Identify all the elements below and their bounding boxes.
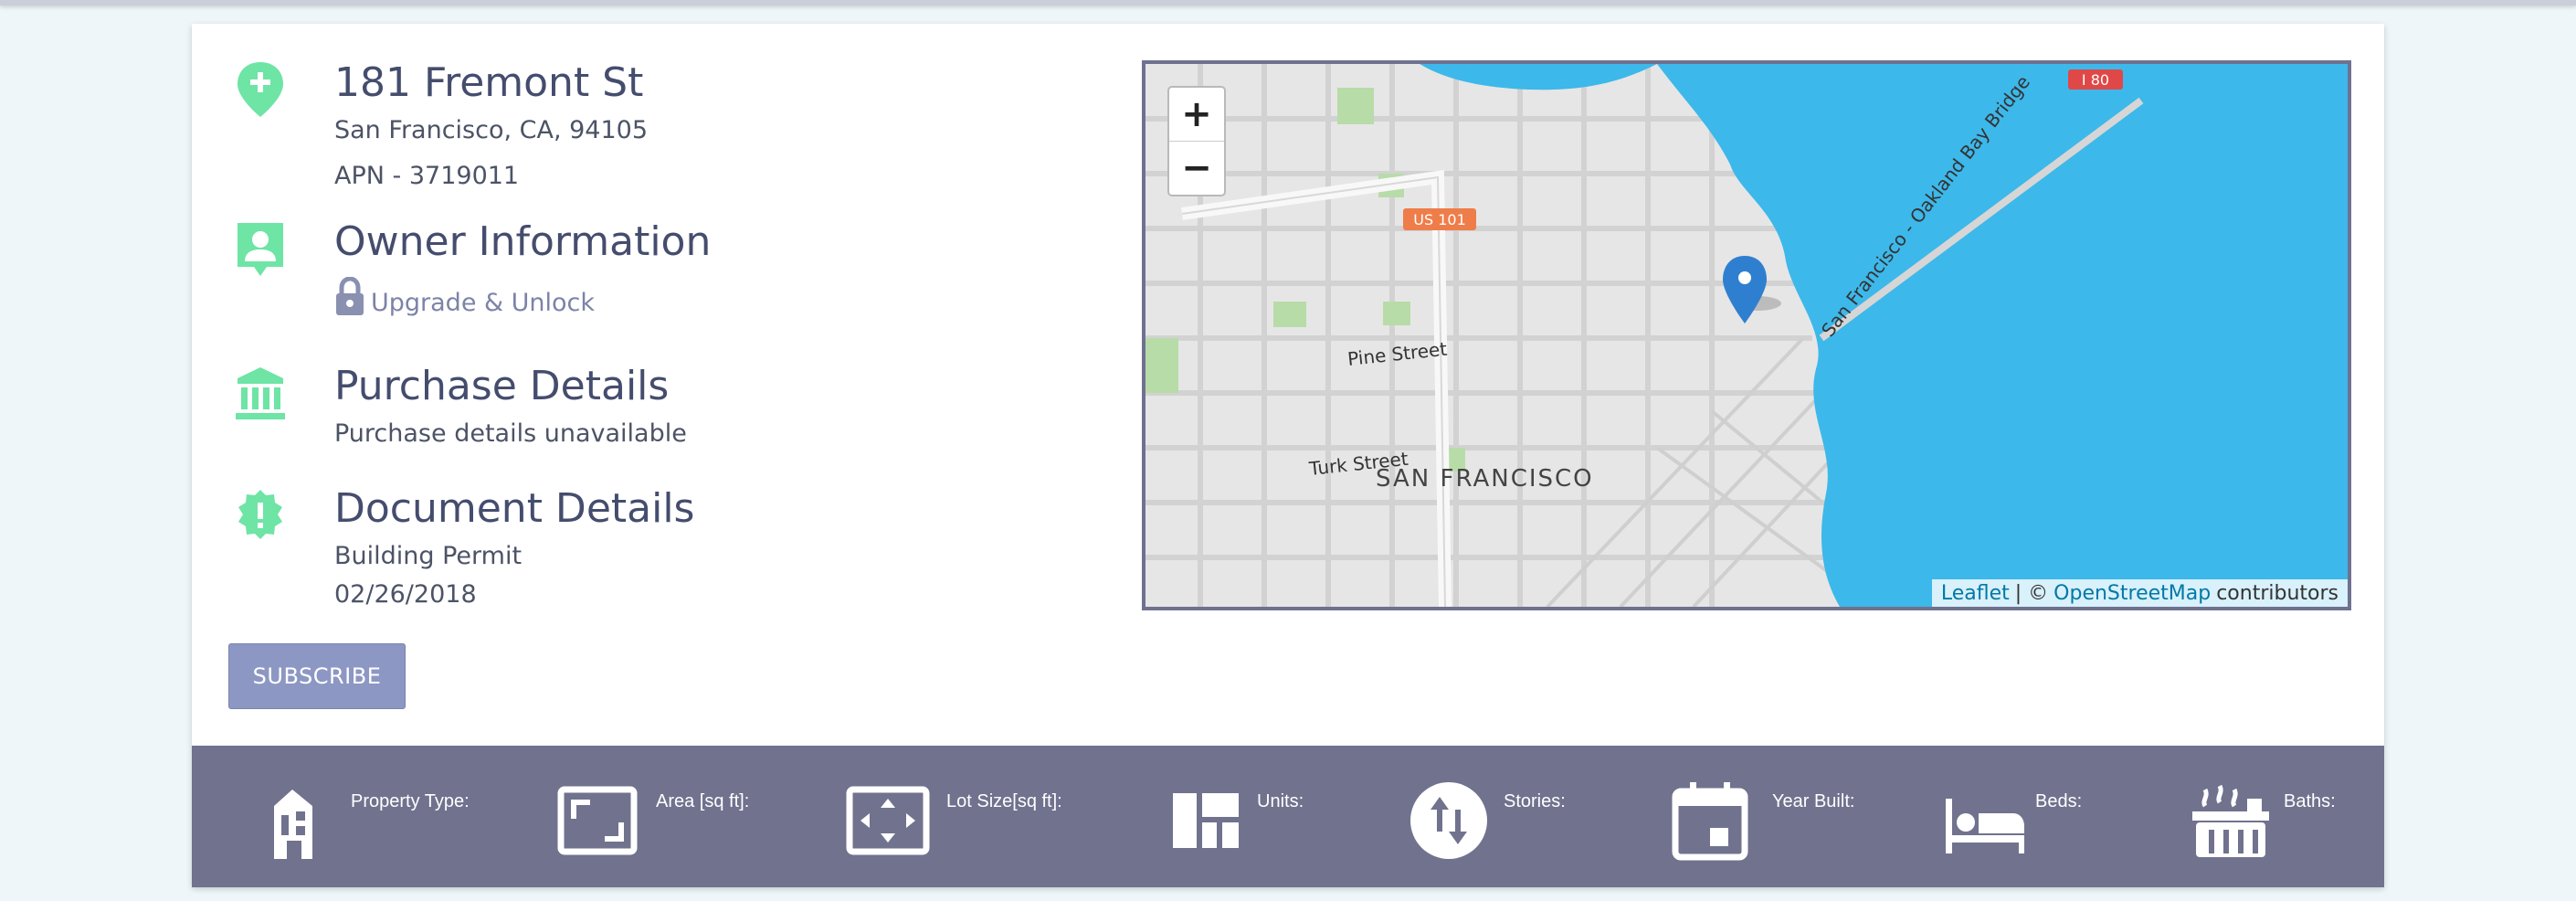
openstreetmap-link[interactable]: OpenStreetMap — [2053, 582, 2211, 605]
calendar-icon — [1672, 782, 1748, 861]
feature-label: Property Type: — [351, 791, 470, 811]
bank-icon — [236, 367, 285, 419]
stories-icon — [1410, 782, 1487, 859]
purchase-title: Purchase Details — [334, 363, 670, 409]
zoom-control: + − — [1167, 86, 1226, 196]
feature-label: Year Built: — [1772, 791, 1855, 811]
owner-person-icon — [238, 223, 283, 276]
feature-label: Units: — [1257, 791, 1304, 811]
lock-icon — [336, 276, 364, 315]
area-icon — [557, 786, 638, 855]
upgrade-unlock-link[interactable]: Upgrade & Unlock — [371, 289, 595, 317]
property-address: 181 Fremont St — [334, 59, 644, 106]
map-view[interactable]: I 80 US 101 San Francisco - Oakland Bay … — [1142, 60, 2351, 610]
add-location-pin-icon — [238, 62, 283, 117]
map-attribution: Leaflet | © OpenStreetMap contributors — [1931, 579, 2348, 607]
feature-label: Beds: — [2035, 791, 2083, 811]
property-feature-strip: Property Type: Area [sq ft]: Lot Size[sq… — [192, 746, 2384, 887]
owner-title: Owner Information — [334, 218, 712, 265]
feature-label: Lot Size[sq ft]: — [946, 791, 1062, 811]
document-type: Building Permit — [334, 541, 523, 570]
unlock-row: Upgrade & Unlock — [334, 276, 1156, 317]
document-date: 02/26/2018 — [334, 579, 477, 609]
subscribe-button[interactable]: SUBSCRIBE — [228, 643, 406, 709]
map-tiles: I 80 US 101 San Francisco - Oakland Bay … — [1145, 64, 2348, 607]
alert-badge-icon — [238, 490, 282, 539]
feature-label: Baths: — [2284, 791, 2336, 811]
bed-icon — [1946, 799, 2024, 853]
lot-size-icon — [846, 786, 930, 855]
map-label-city: SAN FRANCISCO — [1376, 465, 1594, 493]
attribution-separator: | © — [2014, 581, 2049, 605]
feature-label: Stories: — [1504, 791, 1566, 811]
property-card: 181 Fremont St San Francisco, CA, 94105 … — [192, 24, 2384, 887]
map-label-us101: US 101 — [1413, 211, 1466, 228]
bath-icon — [2192, 784, 2269, 857]
document-title: Document Details — [334, 485, 695, 532]
zoom-in-button[interactable]: + — [1169, 88, 1224, 141]
purchase-text: Purchase details unavailable — [334, 419, 687, 448]
top-bar — [0, 0, 2576, 5]
leaflet-link[interactable]: Leaflet — [1941, 582, 2010, 605]
feature-label: Area [sq ft]: — [656, 791, 750, 811]
map-label-i80: I 80 — [2082, 71, 2109, 89]
units-icon — [1173, 793, 1239, 848]
property-apn: APN - 3719011 — [334, 161, 520, 190]
building-icon — [274, 790, 312, 859]
property-city-line: San Francisco, CA, 94105 — [334, 115, 649, 144]
attribution-contributors: contributors — [2216, 581, 2338, 605]
zoom-out-button[interactable]: − — [1169, 141, 1224, 195]
